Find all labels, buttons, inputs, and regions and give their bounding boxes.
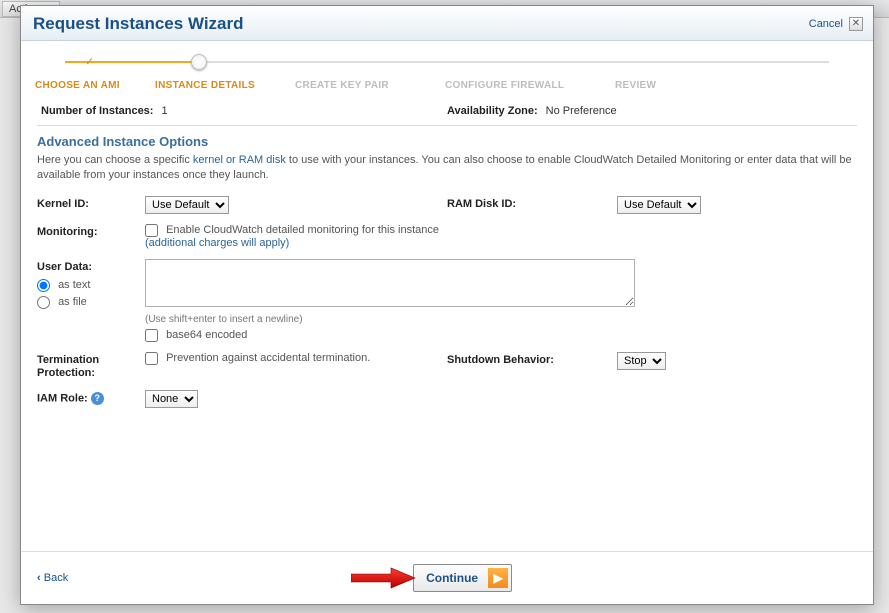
continue-arrow-icon: ▶: [488, 568, 508, 588]
base64-label: base64 encoded: [166, 329, 247, 341]
step-knob-icon: [191, 54, 207, 70]
user-data-textarea[interactable]: [145, 259, 635, 307]
ram-disk-id-select[interactable]: Use Default: [617, 196, 701, 214]
step-create-key-pair: CREATE KEY PAIR: [295, 80, 445, 91]
section-description: Here you can choose a specific kernel or…: [37, 153, 857, 184]
step-review: REVIEW: [615, 80, 859, 91]
as-text-label: as text: [58, 279, 90, 291]
help-icon[interactable]: ?: [91, 392, 104, 405]
num-instances-label: Number of Instances:: [41, 105, 153, 117]
shutdown-behavior-select[interactable]: Stop: [617, 352, 666, 370]
additional-charges-link[interactable]: (additional charges will apply): [145, 237, 289, 249]
monitoring-check-label: Enable CloudWatch detailed monitoring fo…: [166, 224, 439, 236]
termination-protection-label: Termination Protection:: [37, 352, 145, 380]
wizard-modal: Request Instances Wizard Cancel ✕ ✓ CHOO…: [20, 5, 874, 605]
as-file-label: as file: [58, 296, 87, 308]
monitoring-checkbox[interactable]: [145, 224, 158, 237]
wizard-steps: ✓ CHOOSE AN AMI INSTANCE DETAILS CREATE …: [35, 55, 859, 91]
iam-role-select[interactable]: None: [145, 390, 198, 408]
kernel-id-select[interactable]: Use Default: [145, 196, 229, 214]
continue-button[interactable]: Continue ▶: [413, 564, 512, 592]
continue-label: Continue: [426, 571, 478, 585]
summary-row: Number of Instances: 1 Availability Zone…: [37, 99, 857, 126]
annotation-red-arrow: [351, 566, 417, 590]
user-data-label: User Data: as text as file: [37, 259, 145, 313]
modal-body: Number of Instances: 1 Availability Zone…: [21, 93, 873, 551]
availability-zone-label: Availability Zone:: [447, 105, 538, 117]
step-check-icon: ✓: [85, 55, 94, 68]
cancel-link[interactable]: Cancel: [809, 18, 843, 30]
form-block: Kernel ID: Use Default RAM Disk ID: Use …: [37, 196, 857, 418]
back-link[interactable]: Back: [37, 572, 68, 584]
monitoring-label: Monitoring:: [37, 224, 145, 238]
kernel-ramdisk-link[interactable]: kernel or RAM disk: [193, 154, 286, 166]
availability-zone-value: No Preference: [546, 105, 617, 117]
modal-footer: Back Continue ▶: [21, 551, 873, 604]
modal-header: Request Instances Wizard Cancel ✕: [21, 6, 873, 41]
user-data-as-file-radio[interactable]: [37, 296, 50, 309]
step-choose-ami[interactable]: CHOOSE AN AMI: [35, 80, 155, 91]
termination-protection-check-label: Prevention against accidental terminatio…: [166, 352, 370, 364]
desc-pre: Here you can choose a specific: [37, 154, 193, 166]
ram-disk-id-label: RAM Disk ID:: [447, 196, 617, 210]
user-data-as-text-radio[interactable]: [37, 279, 50, 292]
step-configure-firewall: CONFIGURE FIREWALL: [445, 80, 615, 91]
iam-role-label: IAM Role: ?: [37, 390, 145, 405]
num-instances-value: 1: [161, 105, 167, 117]
base64-checkbox[interactable]: [145, 329, 158, 342]
termination-protection-checkbox[interactable]: [145, 352, 158, 365]
modal-title: Request Instances Wizard: [33, 14, 809, 34]
kernel-id-label: Kernel ID:: [37, 196, 145, 210]
user-data-hint: (Use shift+enter to insert a newline): [145, 314, 857, 325]
section-title: Advanced Instance Options: [37, 134, 857, 149]
shutdown-behavior-label: Shutdown Behavior:: [447, 352, 617, 366]
close-icon[interactable]: ✕: [849, 17, 863, 31]
step-instance-details[interactable]: INSTANCE DETAILS: [155, 80, 295, 91]
